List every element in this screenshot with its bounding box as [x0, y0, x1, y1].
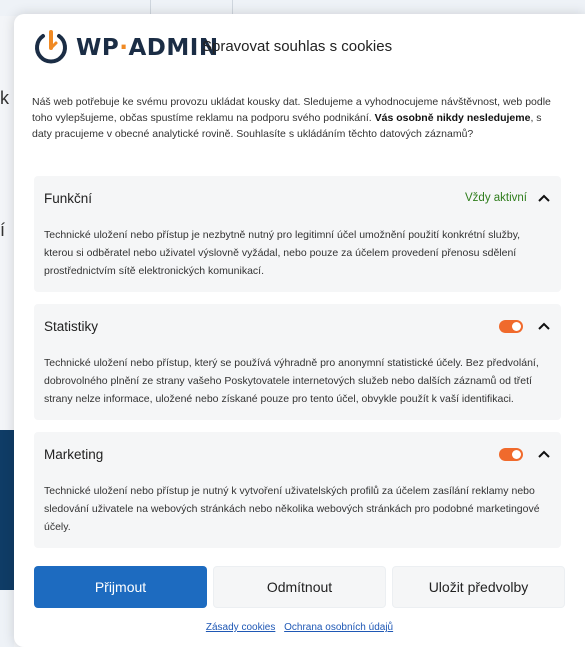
category-name: Funkční [44, 190, 93, 206]
deny-button[interactable]: Odmítnout [213, 566, 386, 608]
accept-button[interactable]: Přijmout [34, 566, 207, 608]
policy-links: Zásady cookies Ochrana osobních údajů [14, 622, 585, 633]
category-header[interactable]: Statistiky [44, 304, 551, 348]
background-divider [150, 0, 151, 14]
toggle-knob [512, 449, 521, 459]
wp-admin-logo: WP·ADMIN [32, 28, 219, 68]
action-buttons: Přijmout Odmítnout Uložit předvolby [34, 566, 565, 608]
category-description: Technické uložení nebo přístup je nutný … [44, 485, 540, 533]
cookie-policy-link[interactable]: Zásady cookies [206, 622, 275, 633]
category-description: Technické uložení nebo přístup je nezbyt… [44, 229, 521, 277]
statistics-toggle[interactable] [499, 319, 523, 333]
logo-power-icon [35, 30, 67, 64]
cookie-consent-modal: WP·ADMIN Spravovat souhlas s cookies Náš… [14, 14, 585, 647]
background-footer-light [0, 590, 14, 647]
category-name: Marketing [44, 446, 104, 462]
background-text: í [0, 220, 6, 240]
marketing-toggle[interactable] [499, 447, 523, 461]
chevron-up-icon[interactable] [537, 319, 551, 333]
intro-text: Náš web potřebuje ke svému provozu uklád… [32, 94, 562, 142]
background-divider [232, 0, 233, 14]
modal-header: WP·ADMIN Spravovat souhlas s cookies [14, 14, 585, 86]
category-statistics: Statistiky Technické uložení nebo přístu… [34, 304, 561, 420]
chevron-up-icon[interactable] [537, 447, 551, 461]
category-marketing: Marketing Technické uložení nebo přístup… [34, 432, 561, 548]
cookie-categories: Funkční Vždy aktivní Technické uložení n… [34, 176, 561, 560]
category-name: Statistiky [44, 318, 99, 334]
chevron-up-icon[interactable] [537, 191, 551, 205]
category-header[interactable]: Funkční Vždy aktivní [44, 176, 551, 220]
category-header[interactable]: Marketing [44, 432, 551, 476]
toggle-knob [512, 321, 521, 331]
logo-text-wp: WP [76, 35, 120, 61]
always-active-label: Vždy aktivní [465, 192, 527, 204]
intro-bold: Vás osobně nikdy nesledujeme [374, 112, 531, 124]
privacy-policy-link[interactable]: Ochrana osobních údajů [284, 622, 393, 633]
category-description: Technické uložení nebo přístup, který se… [44, 357, 539, 405]
background-text: k [0, 88, 9, 108]
category-functional: Funkční Vždy aktivní Technické uložení n… [34, 176, 561, 292]
modal-title: Spravovat souhlas s cookies [202, 38, 393, 55]
save-preferences-button[interactable]: Uložit předvolby [392, 566, 565, 608]
